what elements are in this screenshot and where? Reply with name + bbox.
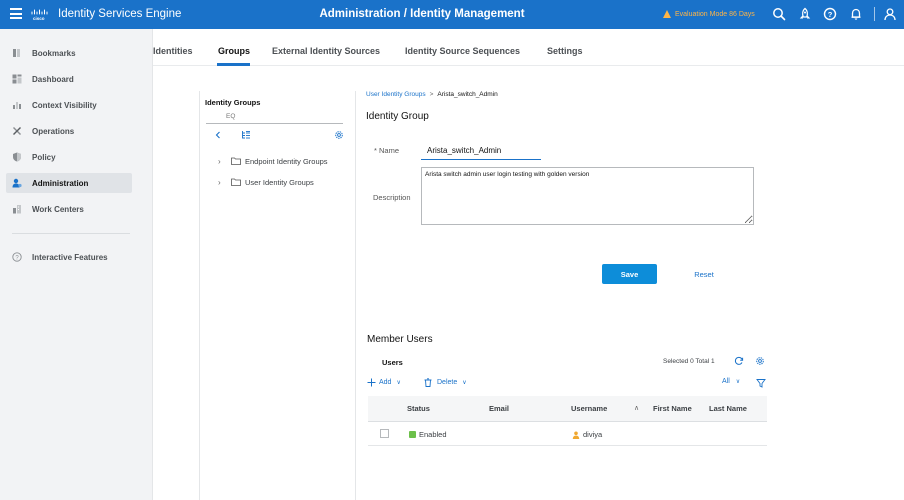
sidebar-item-label: Dashboard (32, 74, 74, 84)
rocket-icon[interactable] (798, 7, 812, 21)
refresh-icon[interactable] (734, 356, 744, 366)
add-label: Add (379, 379, 392, 386)
bookmark-icon (12, 48, 22, 58)
delete-label: Delete (437, 379, 458, 386)
sidebar-item-interactive-features[interactable]: ? Interactive Features (6, 247, 132, 267)
sidebar-item-label: Administration (32, 178, 89, 188)
filter-select[interactable]: All ∨ (722, 378, 740, 385)
svg-text:?: ? (828, 10, 833, 19)
form-title: Identity Group (366, 111, 429, 122)
breadcrumb-separator: > (429, 91, 434, 98)
search-icon[interactable] (772, 7, 786, 21)
chevron-down-icon: ∨ (735, 379, 741, 385)
gear-icon[interactable] (755, 356, 765, 366)
filter-select-value: All (722, 378, 730, 385)
sidebar-divider (12, 233, 130, 234)
user-icon[interactable] (883, 7, 897, 21)
enabled-status-icon (409, 431, 416, 438)
chevron-right-icon: › (218, 177, 221, 187)
column-header-last-name[interactable]: Last Name (709, 404, 747, 413)
sidebar-item-label: Policy (32, 152, 56, 162)
tree-node-user-identity-groups[interactable]: › User Identity Groups (218, 176, 314, 188)
tab-groups[interactable]: Groups (218, 46, 250, 56)
tab-external-identity-sources[interactable]: External Identity Sources (272, 46, 380, 56)
breadcrumb: User Identity Groups > Arista_switch_Adm… (366, 91, 498, 98)
context-visibility-icon (12, 100, 22, 110)
bell-icon[interactable] (849, 7, 863, 21)
description-label: Description (373, 193, 411, 202)
tree-node-label: User Identity Groups (245, 177, 314, 187)
chevron-down-icon: ∨ (396, 380, 401, 386)
save-button[interactable]: Save (602, 264, 657, 284)
plus-icon (367, 378, 376, 387)
sidebar-item-work-centers[interactable]: Work Centers (6, 199, 132, 219)
chevron-down-icon: ∨ (462, 380, 467, 386)
sidebar-item-label: Bookmarks (32, 48, 76, 58)
folder-icon (231, 157, 241, 165)
warning-icon (663, 10, 671, 18)
sidebar-item-label: Interactive Features (32, 252, 108, 262)
sidebar-item-label: Context Visibility (32, 100, 97, 110)
sort-ascending-icon[interactable]: ∧ (634, 404, 639, 412)
column-header-first-name[interactable]: First Name (653, 404, 692, 413)
name-field[interactable] (421, 141, 541, 160)
tab-settings[interactable]: Settings (547, 46, 583, 56)
breadcrumb-link-user-identity-groups[interactable]: User Identity Groups (366, 91, 426, 98)
tab-identity-source-sequences[interactable]: Identity Source Sequences (405, 46, 520, 56)
tree-search-input[interactable] (206, 110, 343, 124)
header-divider (874, 7, 875, 21)
name-label: * Name (374, 146, 400, 155)
user-icon (572, 431, 580, 439)
member-users-title: Member Users (367, 334, 433, 345)
identity-groups-panel (199, 91, 356, 500)
column-header-username[interactable]: Username (571, 404, 607, 413)
help-circle-icon: ? (12, 252, 22, 262)
status-cell: Enabled (409, 430, 447, 439)
folder-icon (231, 178, 241, 186)
work-centers-icon (12, 204, 22, 214)
help-icon[interactable]: ? (823, 7, 837, 21)
filter-icon[interactable] (756, 378, 766, 388)
reset-button[interactable]: Reset (684, 264, 724, 284)
dashboard-icon (12, 74, 22, 84)
username-value: diviya (583, 430, 603, 439)
username-cell: diviya (572, 430, 602, 439)
chevron-right-icon: › (218, 156, 221, 166)
wrench-icon (12, 126, 22, 136)
sidebar-item-administration[interactable]: Administration (6, 173, 132, 193)
column-header-status[interactable]: Status (407, 404, 430, 413)
active-tab-indicator (217, 63, 250, 66)
admin-user-icon (12, 178, 22, 188)
evaluation-text: Evaluation Mode 86 Days (675, 10, 755, 18)
tree-node-endpoint-identity-groups[interactable]: › Endpoint Identity Groups (218, 155, 328, 167)
shield-icon (12, 152, 22, 162)
chevron-left-icon[interactable] (213, 130, 223, 140)
row-checkbox[interactable] (380, 429, 389, 438)
sidebar-item-operations[interactable]: Operations (6, 121, 132, 141)
breadcrumb-current: Arista_switch_Admin (437, 91, 498, 98)
sidebar-item-dashboard[interactable]: Dashboard (6, 69, 132, 89)
trash-icon (424, 378, 432, 387)
evaluation-notice[interactable]: Evaluation Mode 86 Days (663, 10, 755, 18)
tree-view-icon[interactable] (241, 130, 251, 140)
column-header-email[interactable]: Email (489, 404, 509, 413)
tab-bar (153, 29, 904, 66)
sidebar-item-label: Operations (32, 126, 75, 136)
sidebar-item-policy[interactable]: Policy (6, 147, 132, 167)
add-button[interactable]: Add ∨ (367, 378, 401, 387)
gear-icon[interactable] (334, 130, 344, 140)
tree-node-label: Endpoint Identity Groups (245, 156, 328, 166)
status-value: Enabled (419, 430, 447, 439)
description-field[interactable]: Arista switch admin user login testing w… (421, 167, 754, 225)
delete-button[interactable]: Delete ∨ (424, 378, 467, 387)
selection-count: Selected 0 Total 1 (663, 358, 715, 365)
tab-identities[interactable]: Identities (153, 46, 193, 56)
sidebar-item-bookmarks[interactable]: Bookmarks (6, 43, 132, 63)
users-subtitle: Users (382, 358, 403, 367)
sidebar-item-label: Work Centers (32, 204, 84, 214)
sidebar-item-context-visibility[interactable]: Context Visibility (6, 95, 132, 115)
top-bar: cisco Identity Services Engine Administr… (0, 0, 904, 29)
tree-title: Identity Groups (205, 98, 261, 107)
